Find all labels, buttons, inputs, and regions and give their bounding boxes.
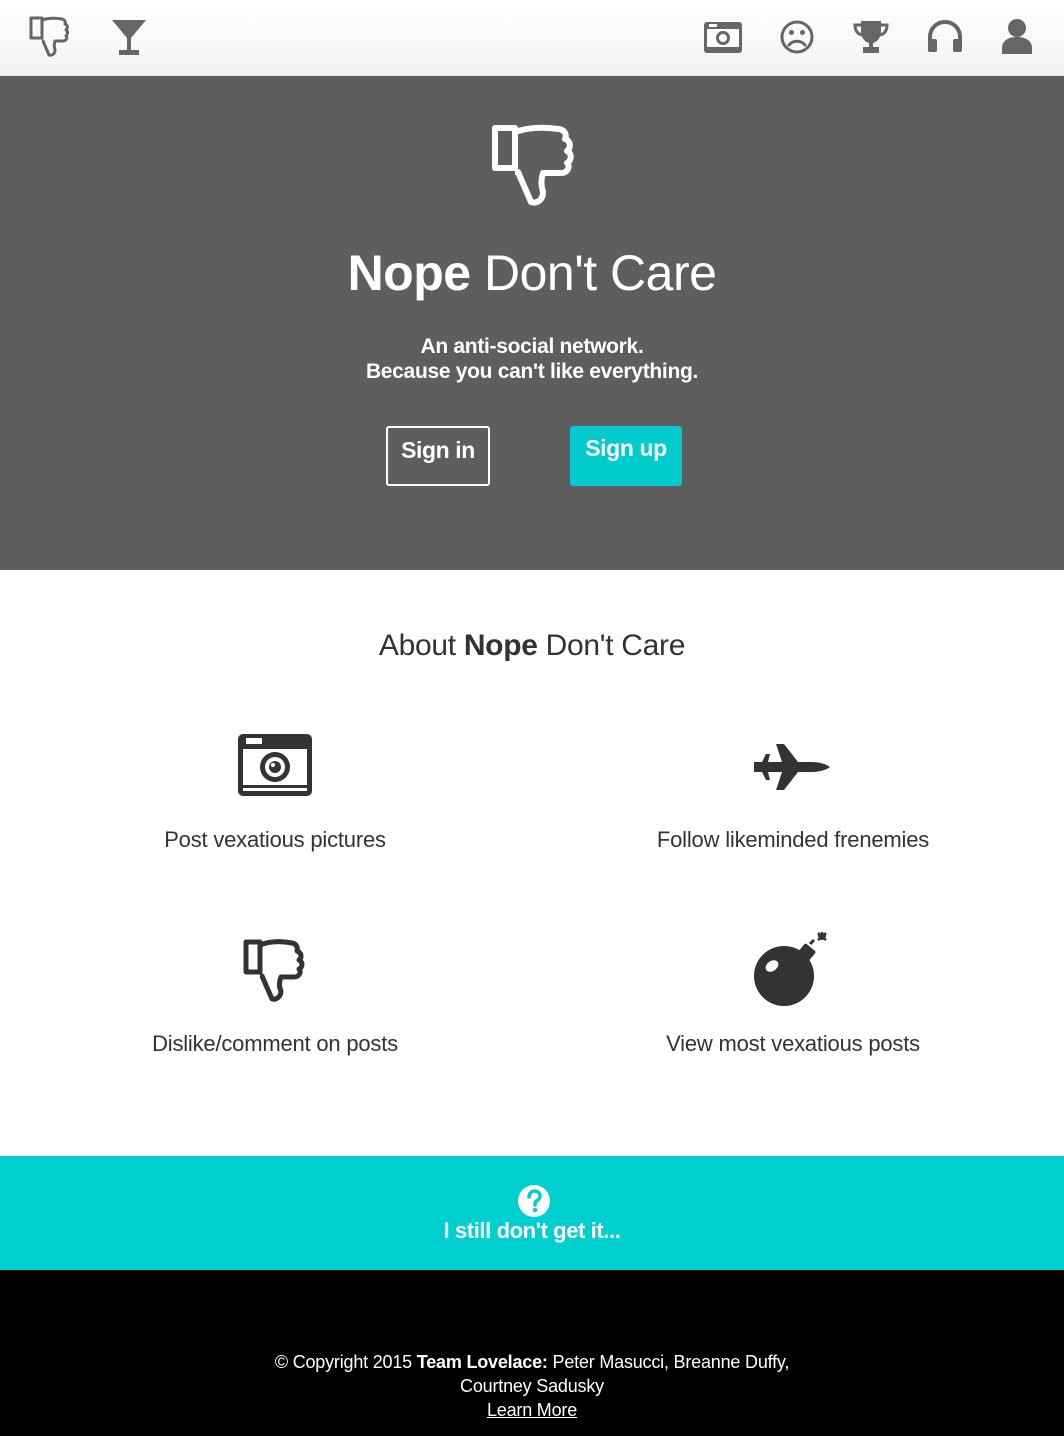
trophy-icon[interactable] — [850, 16, 892, 58]
hero-subtitle-line2: Because you can't like everything. — [365, 360, 699, 383]
cocktail-icon[interactable] — [108, 16, 150, 58]
about-title-bold: Nope — [463, 629, 538, 662]
camera-icon[interactable] — [702, 16, 744, 58]
user-icon[interactable] — [996, 16, 1038, 58]
hero-title-rest: Don't Care — [470, 245, 717, 301]
learn-more-link[interactable]: Learn More — [487, 1400, 577, 1420]
team-members-line1: Peter Masucci, Breanne Duffy, — [547, 1352, 790, 1372]
hero-title: Nope Don't Care — [0, 242, 1064, 304]
about-title-prefix: About — [378, 629, 464, 662]
camera-icon — [238, 734, 312, 796]
feature-label-dislike: Dislike/comment on posts — [152, 1031, 398, 1056]
feature-label-pictures: Post vexatious pictures — [164, 827, 386, 852]
footer: © Copyright 2015 Team Lovelace: Peter Ma… — [0, 1270, 1064, 1436]
feature-label-vexatious: View most vexatious posts — [666, 1031, 920, 1056]
team-name: Team Lovelace: — [416, 1352, 548, 1372]
bomb-icon — [754, 932, 827, 1006]
frown-icon[interactable] — [776, 16, 818, 58]
footer-text: © Copyright 2015 Team Lovelace: Peter Ma… — [262, 1350, 802, 1422]
thumbs-down-icon[interactable] — [28, 16, 70, 58]
cta-label: I still don't get it... — [443, 1218, 621, 1243]
jet-plane-icon — [754, 744, 830, 790]
about-title-rest: Don't Care — [537, 629, 686, 662]
footer-line1: © Copyright 2015 Team Lovelace: Peter Ma… — [262, 1350, 802, 1374]
still-dont-get-it-banner[interactable]: I still don't get it... — [0, 1156, 1064, 1270]
team-members-line2: Courtney Sadusky — [460, 1376, 604, 1396]
thumbs-down-logo-icon — [492, 124, 574, 206]
hero-subtitle: An anti-social network. Because you can'… — [0, 334, 1064, 384]
headphones-icon[interactable] — [924, 16, 966, 58]
question-circle-icon — [518, 1185, 550, 1217]
feature-label-frenemies: Follow likeminded frenemies — [656, 827, 930, 852]
hero-subtitle-line1: An anti-social network. — [420, 335, 644, 358]
thumbs-down-icon — [243, 939, 305, 1002]
sign-up-button[interactable]: Sign up — [570, 426, 682, 486]
about-title: About Nope Don't Care — [0, 626, 1064, 666]
sign-in-button[interactable]: Sign in — [386, 426, 490, 486]
top-navbar — [0, 0, 1064, 76]
hero-title-bold: Nope — [347, 245, 472, 301]
hero-section: Nope Don't Care An anti-social network. … — [0, 76, 1064, 570]
copyright-text: © Copyright 2015 — [274, 1352, 417, 1372]
